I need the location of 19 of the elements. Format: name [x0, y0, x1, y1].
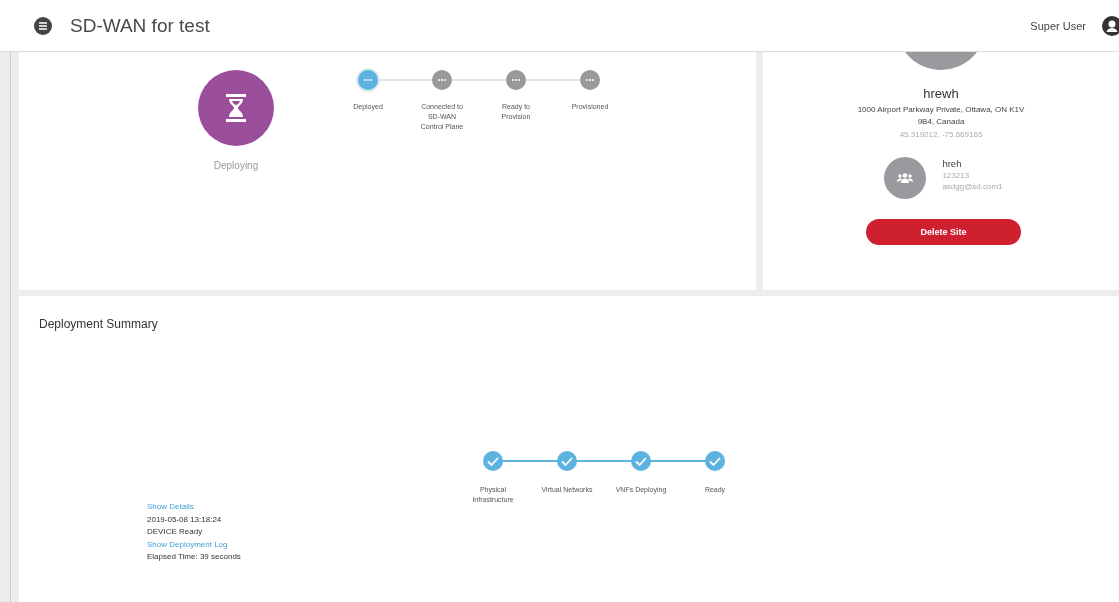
contact-group-icon: [884, 157, 927, 200]
menu-icon[interactable]: [34, 16, 52, 35]
log-text: Elapsed Time: 39 seconds: [147, 552, 241, 561]
site-name: hrewh: [923, 86, 959, 101]
log-text: 2019-05-08 13:18:24: [147, 514, 223, 524]
log-link[interactable]: Show Deployment Log: [147, 539, 241, 549]
log-link[interactable]: Show Details: [147, 502, 241, 511]
status-label: Deploying: [213, 160, 259, 171]
section-title: Deployment Summary: [39, 317, 158, 331]
site-address: 1000 Airport Parkway Private, Ottawa, ON K1V 9B4, Canada: [856, 104, 1026, 128]
contact-name: hreh: [942, 158, 963, 170]
contact-email: asdgg@sd.com1: [942, 182, 1003, 192]
app-title: SD-WAN for test: [70, 14, 211, 37]
contact-phone: 123213: [942, 171, 971, 181]
delete-site-button[interactable]: Delete Site: [866, 219, 1021, 246]
log-text: DEVICE Ready: [147, 527, 204, 536]
user-avatar-icon[interactable]: [1102, 15, 1119, 36]
user-name[interactable]: Super User: [1030, 19, 1086, 32]
site-coordinates: 45.319212, -75.669165: [899, 130, 983, 140]
